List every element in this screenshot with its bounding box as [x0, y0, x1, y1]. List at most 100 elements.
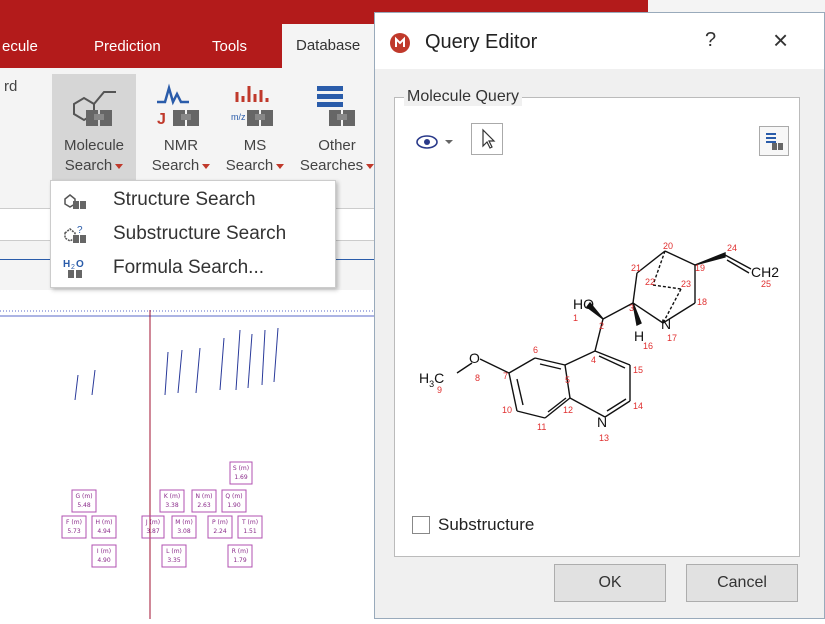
atom-label: HO [573, 296, 594, 312]
atom-label: N [597, 414, 607, 430]
menu-item-substructure-search[interactable]: ? Substructure Search [51, 217, 335, 251]
atom-number: 14 [633, 401, 643, 411]
peak-label: T (m) [241, 519, 258, 526]
nmr-spectrum-view: S (m) 1.69 G (m) 5.48 K (m) 3.38 N (m) 2… [0, 290, 380, 619]
svg-text:2: 2 [71, 264, 75, 271]
peak-value: 3.35 [167, 557, 181, 564]
query-editor-dialog: Query Editor ? × Molecule Query HO H N N… [374, 12, 825, 619]
menu-item-label: Formula Search... [113, 257, 264, 278]
peak-label: M (m) [175, 519, 193, 526]
peak-label: I (m) [97, 548, 111, 555]
atom-number: 3 [629, 303, 634, 313]
menu-item-label: Substructure Search [113, 223, 287, 244]
substructure-checkbox[interactable] [412, 516, 430, 534]
atom-number: 4 [591, 355, 596, 365]
atom-number: 17 [667, 333, 677, 343]
atom-number: 5 [565, 375, 570, 385]
atom-number: 24 [727, 243, 737, 253]
peak-value: 1.79 [233, 557, 247, 564]
peak-value: 5.48 [77, 502, 91, 509]
molecule-search-dropdown: Structure Search ? Substructure Search H… [50, 180, 336, 288]
pointer-icon [482, 128, 496, 149]
atom-label: CH2 [751, 264, 779, 280]
other-searches-label-2: Searches [299, 157, 364, 174]
atom-number: 12 [563, 405, 573, 415]
chevron-down-icon [115, 163, 124, 169]
atom-number: 20 [663, 241, 673, 251]
peak-value: 3.08 [177, 528, 191, 535]
atom-number: 13 [599, 433, 609, 443]
ribbon-tab-bar: ecule Prediction Tools Database [0, 16, 380, 68]
molecule-structure-canvas[interactable]: HO H N N O CH2 H3C 1 2 3 4 5 6 7 8 9 10 … [405, 213, 795, 503]
atom-number: 1 [573, 313, 578, 323]
atom-number: 7 [503, 371, 508, 381]
nmr-search-button[interactable]: J NMR Search [146, 74, 216, 186]
svg-text:J: J [157, 111, 166, 128]
peak-value: 1.69 [234, 474, 248, 481]
select-tool-button[interactable] [471, 123, 503, 155]
peak-label: G (m) [75, 493, 92, 500]
molecule-search-button[interactable]: Molecule Search [52, 74, 136, 186]
atom-number: 10 [502, 405, 512, 415]
structure-search-icon [63, 189, 87, 211]
chevron-down-icon [202, 163, 211, 169]
query-search-icon [766, 133, 783, 150]
chevron-down-icon [445, 140, 453, 144]
atom-number: 11 [537, 422, 546, 432]
atom-number: 2 [599, 321, 604, 331]
peak-label: S (m) [233, 465, 249, 472]
peak-value: 1.90 [227, 502, 241, 509]
ms-search-button[interactable]: m/z MS Search [220, 74, 290, 186]
molecule-search-label-1: Molecule [63, 137, 125, 154]
visibility-toggle[interactable] [415, 128, 459, 156]
svg-text:H: H [63, 259, 70, 270]
menu-item-formula-search[interactable]: H2O Formula Search... [51, 251, 335, 285]
peak-label: H (m) [96, 519, 113, 526]
ms-search-icon: m/z [225, 80, 285, 130]
peak-label: P (m) [212, 519, 228, 526]
peak-label: F (m) [66, 519, 82, 526]
atom-number: 18 [697, 297, 707, 307]
atom-number: 23 [681, 279, 691, 289]
svg-text:?: ? [77, 225, 83, 236]
atom-label: N [661, 316, 671, 332]
ok-button[interactable]: OK [554, 564, 666, 602]
ribbon-partial-label: rd [4, 78, 18, 95]
atom-number: 19 [695, 263, 705, 273]
help-button[interactable]: ? [705, 29, 716, 52]
atom-number: 6 [533, 345, 538, 355]
substructure-checkbox-label[interactable]: Substructure [438, 515, 534, 535]
tab-tools[interactable]: Tools [212, 38, 247, 55]
app-logo-icon [390, 33, 410, 53]
svg-text:O: O [76, 259, 84, 270]
chevron-down-icon [276, 163, 285, 169]
menu-item-structure-search[interactable]: Structure Search [51, 183, 335, 217]
nmr-search-icon: J [151, 80, 211, 130]
atom-number: 9 [437, 385, 442, 395]
tab-molecule[interactable]: ecule [2, 38, 38, 55]
nmr-search-label-2: Search [151, 157, 200, 174]
svg-text:m/z: m/z [231, 112, 246, 122]
dialog-title-bar: Query Editor ? × [375, 13, 824, 69]
tab-prediction[interactable]: Prediction [94, 38, 161, 55]
peak-value: 2.24 [213, 528, 227, 535]
atom-number: 22 [645, 277, 655, 287]
atom-number: 21 [631, 263, 641, 273]
other-searches-icon [307, 80, 367, 130]
peak-label: N (m) [196, 493, 213, 500]
peak-value: 4.94 [97, 528, 111, 535]
atom-number: 15 [633, 365, 643, 375]
peak-value: 3.38 [165, 502, 179, 509]
other-searches-button[interactable]: Other Searches [294, 74, 380, 186]
query-builder-button[interactable] [759, 126, 789, 156]
close-button[interactable]: × [773, 25, 788, 56]
ms-search-label-2: Search [225, 157, 274, 174]
cancel-button[interactable]: Cancel [686, 564, 798, 602]
molecule-search-label-2: Search [64, 157, 113, 174]
tab-database[interactable]: Database [282, 24, 375, 68]
group-label: Molecule Query [404, 88, 523, 106]
molecule-search-icon [64, 80, 124, 130]
peak-label: K (m) [164, 493, 180, 500]
peak-label: Q (m) [225, 493, 242, 500]
formula-search-icon: H2O [63, 257, 87, 279]
